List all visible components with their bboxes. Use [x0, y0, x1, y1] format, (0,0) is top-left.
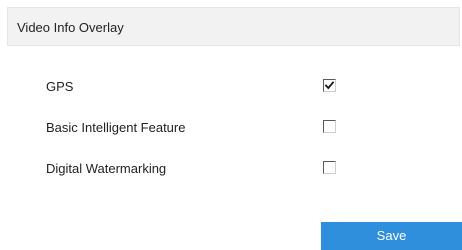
video-info-overlay-page: Video Info Overlay GPS Basic Intelligent…	[0, 0, 462, 250]
checkmark-icon	[324, 81, 335, 90]
basic-intelligent-feature-checkbox[interactable]	[323, 120, 336, 133]
option-row-digital-watermarking: Digital Watermarking	[0, 159, 462, 179]
digital-watermarking-label: Digital Watermarking	[46, 161, 167, 176]
digital-watermarking-checkbox[interactable]	[323, 161, 336, 174]
gps-checkbox[interactable]	[323, 79, 336, 92]
basic-intelligent-feature-label: Basic Intelligent Feature	[46, 120, 186, 135]
option-row-basic-intelligent-feature: Basic Intelligent Feature	[0, 118, 462, 138]
panel-header: Video Info Overlay	[7, 7, 460, 46]
option-row-gps: GPS	[0, 77, 462, 97]
gps-label: GPS	[46, 79, 74, 94]
panel-title: Video Info Overlay	[17, 20, 124, 35]
save-button[interactable]: Save	[321, 222, 462, 250]
